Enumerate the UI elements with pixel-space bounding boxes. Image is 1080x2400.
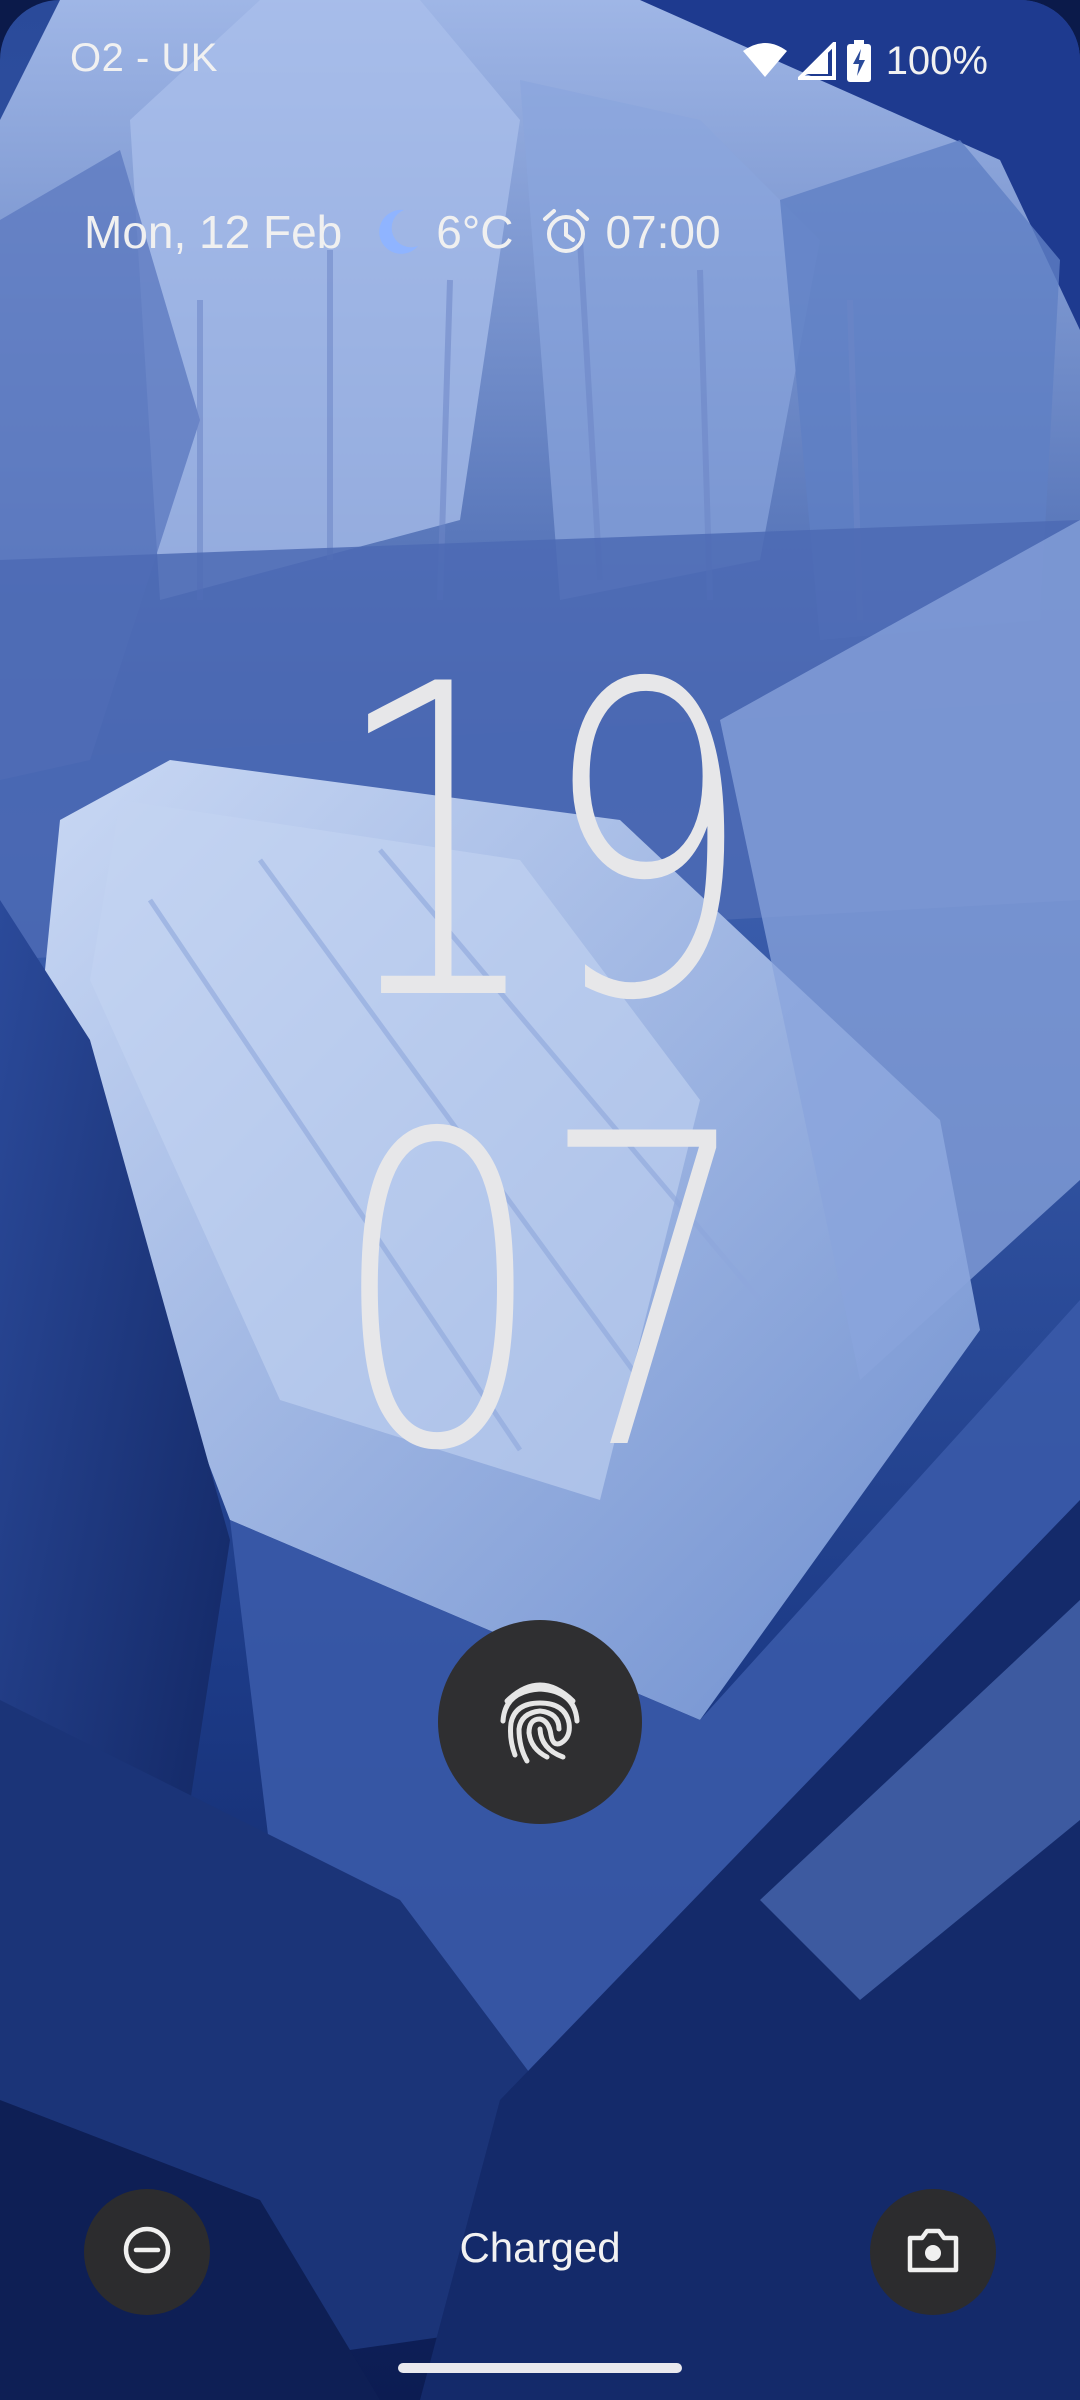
- alarm-time-text[interactable]: 07:00: [605, 205, 720, 259]
- temperature-text[interactable]: 6°C: [436, 205, 513, 259]
- lock-clock: 19 07: [0, 620, 1080, 1520]
- moon-icon: [370, 206, 422, 258]
- status-icons: 100%: [742, 38, 988, 84]
- lock-screen: O2 - UK 100% Mon, 12 Feb 6°C 07:00 19 07…: [0, 0, 1080, 2400]
- battery-charging-icon: [846, 40, 872, 82]
- clock-minutes: 07: [331, 1045, 753, 1545]
- carrier-name: O2 - UK: [70, 36, 218, 80]
- wifi-icon: [742, 43, 788, 79]
- gesture-navigation-handle[interactable]: [398, 2363, 682, 2373]
- camera-icon: [906, 2226, 960, 2279]
- smartspace[interactable]: Mon, 12 Feb 6°C 07:00: [84, 202, 721, 262]
- alarm-clock-icon: [541, 207, 591, 257]
- date-text[interactable]: Mon, 12 Feb: [84, 205, 342, 259]
- cellular-signal-icon: [797, 42, 836, 80]
- status-bar: O2 - UK 100%: [0, 0, 1080, 120]
- battery-percentage: 100%: [885, 38, 988, 83]
- fingerprint-icon: [485, 1665, 595, 1780]
- clock-hours: 19: [331, 595, 753, 1095]
- fingerprint-sensor-button[interactable]: [438, 1620, 642, 1824]
- camera-button[interactable]: [870, 2189, 996, 2315]
